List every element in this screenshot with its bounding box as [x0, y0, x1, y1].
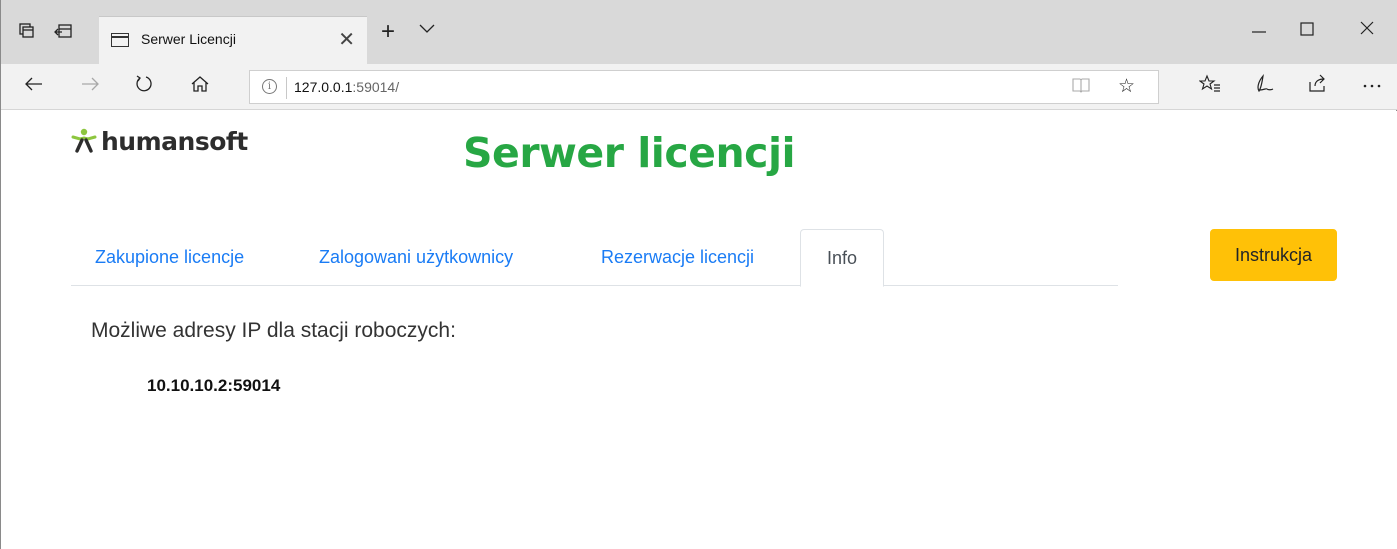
page-favicon-icon: [111, 33, 129, 47]
chevron-down-icon[interactable]: [419, 21, 435, 39]
url-port-path: :59014/: [352, 79, 400, 95]
close-window-icon[interactable]: [1359, 18, 1375, 43]
tab-info[interactable]: Info: [800, 229, 884, 287]
star-icon[interactable]: ☆: [1118, 75, 1135, 98]
tab-preview-icon[interactable]: [17, 22, 37, 40]
set-aside-tabs-icon[interactable]: [53, 22, 73, 40]
maximize-icon[interactable]: [1299, 18, 1315, 43]
nav-tabs: Zakupione licencje Zalogowani użytkownic…: [71, 229, 1118, 287]
url-host: 127.0.0.1: [294, 79, 353, 95]
favorites-hub-icon[interactable]: [1197, 74, 1223, 100]
tab-title: Serwer Licencji: [141, 31, 236, 47]
humansoft-logo-icon: [71, 128, 97, 154]
forward-icon[interactable]: [77, 74, 103, 100]
humansoft-logo: humansoft: [71, 121, 248, 161]
tab-license-reservations[interactable]: Rezerwacje licencji: [585, 229, 770, 286]
close-tab-icon[interactable]: ✕: [338, 27, 355, 52]
url-text[interactable]: 127.0.0.1:59014/: [294, 79, 399, 95]
instructions-button[interactable]: Instrukcja: [1210, 229, 1337, 281]
home-icon[interactable]: [187, 74, 213, 100]
address-bar[interactable]: i 127.0.0.1:59014/ ☆: [249, 70, 1159, 104]
back-icon[interactable]: [21, 74, 47, 100]
share-icon[interactable]: [1305, 74, 1331, 100]
tab-logged-users[interactable]: Zalogowani użytkownicy: [303, 229, 529, 286]
logo-text: humansoft: [101, 126, 248, 156]
more-icon[interactable]: [1359, 74, 1385, 100]
ip-addresses-heading: Możliwe adresy IP dla stacji roboczych:: [91, 319, 456, 342]
tab-purchased-licenses[interactable]: Zakupione licencje: [79, 229, 260, 286]
browser-tab[interactable]: Serwer Licencji ✕: [99, 16, 367, 64]
ip-address-item: 10.10.10.2:59014: [147, 376, 281, 395]
page-title: Serwer licencji: [463, 129, 796, 177]
minimize-icon[interactable]: [1251, 18, 1267, 43]
add-notes-icon[interactable]: [1251, 73, 1277, 100]
address-separator: [286, 77, 287, 99]
navigation-bar: i 127.0.0.1:59014/ ☆: [1, 64, 1397, 110]
title-bar: Serwer Licencji ✕ +: [1, 0, 1397, 64]
reading-view-icon[interactable]: [1072, 77, 1090, 98]
page-content: humansoft Serwer licencji Zakupione lice…: [1, 111, 1397, 549]
new-tab-icon[interactable]: +: [381, 18, 395, 46]
info-icon[interactable]: i: [262, 79, 277, 94]
refresh-icon[interactable]: [131, 74, 157, 100]
browser-window: Serwer Licencji ✕ + i 127.0.0.1:59014/ ☆…: [0, 0, 1397, 549]
